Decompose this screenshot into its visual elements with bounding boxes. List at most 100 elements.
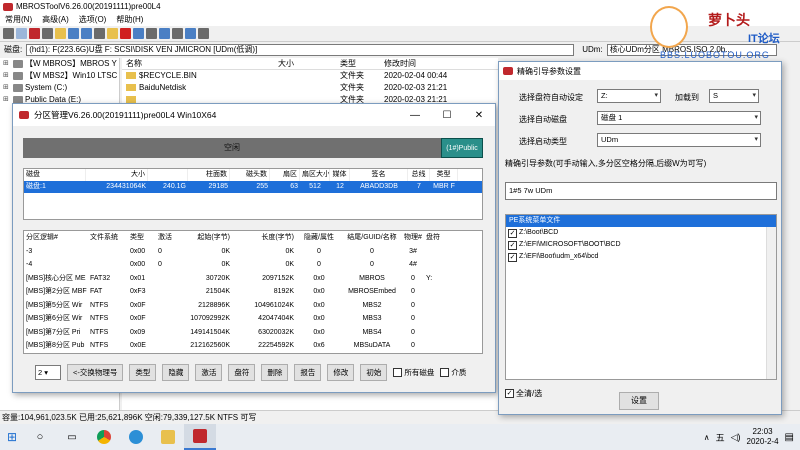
menu-advanced[interactable]: 高级(A) (37, 14, 74, 25)
tree-item[interactable]: ⊞ 【W MBROS】MBROS Y (0, 58, 119, 70)
auto-disk-select[interactable]: 磁盘 1 ▾ (597, 111, 761, 125)
toolbar-icon[interactable] (185, 28, 196, 39)
maximize-button[interactable]: ☐ (431, 104, 463, 126)
activate-button[interactable]: 激活 (195, 363, 223, 381)
toolbar-icon[interactable] (198, 28, 209, 39)
partition-cell: 0K (285, 261, 294, 268)
ime-indicator[interactable]: 五 (716, 431, 725, 444)
clock[interactable]: 22:03 2020-2-4 (747, 427, 779, 447)
tree-item[interactable]: ⊞ 【W MBS2】Win10 LTSC (0, 70, 119, 82)
checkbox-checked[interactable]: ✓ (508, 240, 517, 250)
toolbar-icon[interactable] (81, 28, 92, 39)
physical-number-select[interactable]: 2 ▾ (35, 364, 61, 380)
partition-cell: 0 (370, 261, 374, 268)
partition-dialog-titlebar: 分区管理V6.26.00(20191111)pre00L4 Win10X64 —… (13, 104, 495, 126)
partition-row[interactable]: [MBS]核心分区 ME FAT32 0x01 30720K 2097152K 0x0 MB… (24, 272, 482, 286)
forum-watermark: 萝卜头 IT论坛 BBS.LUOBOTOU.ORG (650, 2, 800, 66)
vertical-scrollbar[interactable] (766, 227, 776, 379)
partition-cell (156, 285, 178, 299)
load-to-select[interactable]: S ▾ (709, 89, 759, 103)
toolbar-icon[interactable] (159, 28, 170, 39)
partition-cell: [MBS]第5分区 Wir (26, 301, 83, 309)
medium-checkbox[interactable]: 介质 (440, 367, 466, 378)
menu-options[interactable]: 选项(O) (74, 14, 112, 25)
type-button[interactable]: 类型 (129, 363, 157, 381)
delete-button[interactable]: 删除 (261, 363, 289, 381)
partition-row[interactable]: -3 0x00 0 0K 0K 0 0 3# (24, 245, 482, 259)
checkbox-checked[interactable]: ✓ (508, 252, 517, 262)
partition-row[interactable]: [MBS]第6分区 Wir NTFS 0x0F 107092992K 42047404K… (24, 312, 482, 326)
folder-icon[interactable] (107, 28, 118, 39)
edge-icon[interactable] (120, 424, 152, 450)
toolbar-icon[interactable] (68, 28, 79, 39)
partition-cell: MBROS (359, 274, 385, 282)
partition-cell: 0K (221, 261, 230, 268)
toolbar-icon[interactable] (29, 28, 40, 39)
partition-cell: 21504K (205, 288, 230, 295)
explorer-icon[interactable] (152, 424, 184, 450)
toolbar-icon[interactable] (172, 28, 183, 39)
partition-cell: 0x0F (130, 301, 146, 309)
public-partition-segment[interactable]: (1#)Public (441, 138, 483, 158)
toolbar-icon[interactable] (3, 28, 14, 39)
file-row[interactable]: $RECYCLE.BIN 文件夹 2020-02-04 00:44 (122, 70, 498, 82)
toolbar-icon[interactable] (133, 28, 144, 39)
menu-help[interactable]: 帮助(H) (111, 14, 148, 25)
partition-cell: 0x00 (130, 261, 146, 268)
partition-row[interactable]: [MBS]第8分区 Pub NTFS 0x0E 212162560K 22254592K… (24, 339, 482, 353)
partition-cell: 0x00 (130, 247, 146, 255)
partition-row[interactable]: -4 0x00 0 0K 0K 0 0 4# (24, 258, 482, 272)
pe-menu-item[interactable]: ✓ Z:\Boot\BCD (506, 227, 776, 239)
search-icon[interactable]: ○ (24, 424, 56, 450)
speaker-icon[interactable]: ◁) (731, 432, 741, 443)
partition-cell: 0x0 (313, 301, 325, 309)
disk-path-field[interactable]: (hd1): F(223.6G)U盘 F: SCSI\DISK VEN JMIC… (26, 43, 575, 56)
select-all-checkbox[interactable]: ✓ 全清/选 (505, 388, 542, 399)
chrome-icon[interactable] (88, 424, 120, 450)
toolbar-icon[interactable] (94, 28, 105, 39)
folder-icon (126, 96, 136, 103)
partition-cell (424, 312, 454, 326)
folder-icon[interactable] (55, 28, 66, 39)
menu-common[interactable]: 常用(N) (0, 14, 37, 25)
free-space-segment[interactable]: 空闲 (23, 138, 441, 158)
boot-params-input[interactable]: 1#5 7w UDm (505, 182, 777, 200)
pe-menu-item[interactable]: ✓ Z:\EFI\MICROSOFT\BOOT\BCD (506, 239, 776, 251)
init-button[interactable]: 初始 (360, 363, 388, 381)
partition-row[interactable]: [MBS]第5分区 Wir NTFS 0x0F 2128896K 104961024K 0… (24, 299, 482, 313)
partition-dialog: 分区管理V6.26.00(20191111)pre00L4 Win10X64 —… (12, 103, 496, 393)
partition-row[interactable]: [MBS]第2分区 MBF FAT 0xF3 21504K 8192K 0x0 MBROSE… (24, 285, 482, 299)
toolbar-icon[interactable] (16, 28, 27, 39)
boot-type-select[interactable]: UDm ▾ (597, 133, 761, 147)
close-button[interactable]: ✕ (463, 104, 495, 126)
set-button[interactable]: 设置 (619, 392, 659, 410)
checkbox-checked[interactable]: ✓ (508, 228, 517, 238)
file-row[interactable]: BaiduNetdisk 文件夹 2020-02-03 21:21 (122, 82, 498, 94)
notification-icon[interactable]: ▤ (785, 432, 794, 443)
partition-cell: FAT (90, 288, 103, 295)
tree-item[interactable]: ⊞ System (C:) (0, 82, 119, 94)
pe-menu-item[interactable]: ✓ Z:\EFI\Boot\udm_x64\bcd (506, 251, 776, 263)
partition-cell (156, 326, 178, 340)
start-button[interactable]: ⊞ (0, 424, 24, 450)
partition-cell (424, 258, 454, 272)
hide-button[interactable]: 隐藏 (162, 363, 190, 381)
swap-physical-button[interactable]: <-交换物理号 (67, 363, 124, 381)
chevron-up-icon[interactable]: ∧ (704, 433, 710, 442)
toolbar-icon[interactable] (146, 28, 157, 39)
task-view-icon[interactable]: ▭ (56, 424, 88, 450)
all-disks-checkbox[interactable]: 所有磁盘 (393, 367, 434, 378)
modify-button[interactable]: 修改 (327, 363, 355, 381)
minimize-button[interactable]: — (399, 104, 431, 126)
toolbar-icon[interactable] (42, 28, 53, 39)
auto-drive-select[interactable]: Z: ▾ (597, 89, 661, 103)
delete-icon[interactable] (120, 28, 131, 39)
partition-row[interactable]: [MBS]第7分区 Pri NTFS 0x09 149141504K 63020032K… (24, 326, 482, 340)
partition-cell: 0 (317, 247, 321, 255)
drive-letter-button[interactable]: 盘符 (228, 363, 256, 381)
drive-icon (13, 60, 23, 68)
mbrostool-taskbar-icon[interactable] (184, 424, 216, 450)
report-button[interactable]: 报告 (294, 363, 322, 381)
disk-row[interactable]: 磁盘:1 234431064K 240.1G 29185 255 63 512 … (24, 181, 482, 193)
partition-cell: 0 (411, 315, 415, 322)
